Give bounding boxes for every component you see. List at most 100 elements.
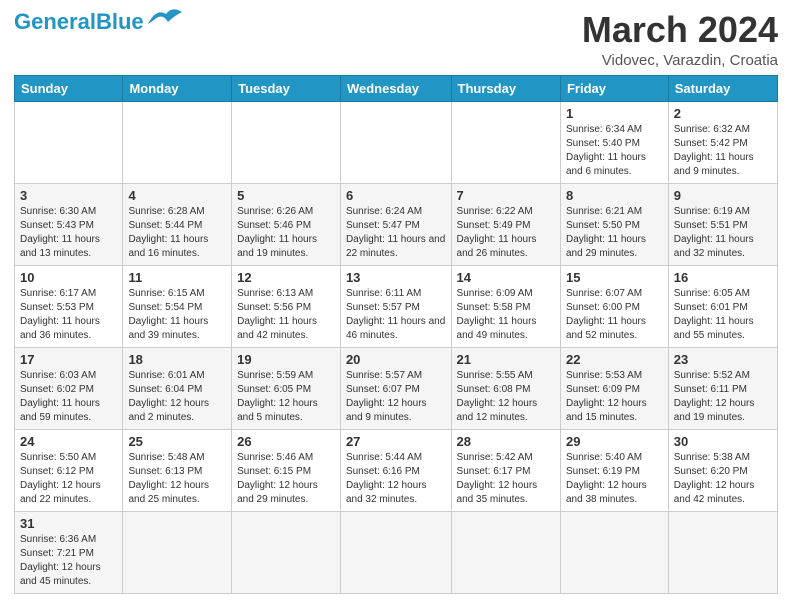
day-cell: 5Sunrise: 6:26 AM Sunset: 5:46 PM Daylig… [232,183,341,265]
day-cell: 10Sunrise: 6:17 AM Sunset: 5:53 PM Dayli… [15,265,123,347]
day-number: 12 [237,270,335,285]
day-number: 31 [20,516,117,531]
day-cell: 21 Sunrise: 5:55 AM Sunset: 6:08 PM Dayli… [451,347,560,429]
day-cell [451,511,560,593]
day-info: Sunrise: 5:57 AM Sunset: 6:07 PM Dayligh… [346,369,446,425]
day-cell: 17Sunrise: 6:03 AM Sunset: 6:02 PM Dayli… [15,347,123,429]
day-cell [560,511,668,593]
day-cell: 25 Sunrise: 5:48 AM Sunset: 6:13 PM Dayli… [123,429,232,511]
day-cell [15,101,123,183]
day-cell: 1 Sunrise: 6:34 AM Sunset: 5:40 PM Daylig… [560,101,668,183]
day-number: 22 [566,352,663,367]
week-row-1: 3Sunrise: 6:30 AM Sunset: 5:43 PM Daylig… [15,183,778,265]
day-info: Sunrise: 6:01 AM Sunset: 6:04 PM Dayligh… [128,369,226,425]
day-number: 16 [674,270,772,285]
logo-text: GeneralBlue [14,10,144,34]
title-block: March 2024 Vidovec, Varazdin, Croatia [582,10,778,69]
location: Vidovec, Varazdin, Croatia [582,52,778,69]
day-info: Sunrise: 5:59 AM Sunset: 6:05 PM Dayligh… [237,369,335,425]
day-cell: 29 Sunrise: 5:40 AM Sunset: 6:19 PM Dayli… [560,429,668,511]
day-info: Sunrise: 6:15 AM Sunset: 5:54 PM Dayligh… [128,287,226,343]
day-cell [232,511,341,593]
day-number: 27 [346,434,446,449]
day-info: Sunrise: 5:38 AM Sunset: 6:20 PM Dayligh… [674,451,772,507]
day-info: Sunrise: 6:07 AM Sunset: 6:00 PM Dayligh… [566,287,663,343]
day-number: 8 [566,188,663,203]
day-number: 5 [237,188,335,203]
logo-blue: Blue [96,9,144,34]
day-info: Sunrise: 6:05 AM Sunset: 6:01 PM Dayligh… [674,287,772,343]
day-cell: 22 Sunrise: 5:53 AM Sunset: 6:09 PM Dayli… [560,347,668,429]
day-cell [451,101,560,183]
day-number: 26 [237,434,335,449]
day-info: Sunrise: 5:40 AM Sunset: 6:19 PM Dayligh… [566,451,663,507]
day-cell [123,101,232,183]
week-row-2: 10Sunrise: 6:17 AM Sunset: 5:53 PM Dayli… [15,265,778,347]
day-info: Sunrise: 6:24 AM Sunset: 5:47 PM Dayligh… [346,205,446,261]
day-number: 7 [457,188,555,203]
day-cell: 28 Sunrise: 5:42 AM Sunset: 6:17 PM Dayli… [451,429,560,511]
day-cell: 19Sunrise: 5:59 AM Sunset: 6:05 PM Dayli… [232,347,341,429]
day-cell: 16 Sunrise: 6:05 AM Sunset: 6:01 PM Dayli… [668,265,777,347]
day-number: 4 [128,188,226,203]
day-info: Sunrise: 5:46 AM Sunset: 6:15 PM Dayligh… [237,451,335,507]
day-cell: 30 Sunrise: 5:38 AM Sunset: 6:20 PM Dayli… [668,429,777,511]
day-cell: 12Sunrise: 6:13 AM Sunset: 5:56 PM Dayli… [232,265,341,347]
col-header-thursday: Thursday [451,75,560,101]
day-number: 29 [566,434,663,449]
week-row-0: 1 Sunrise: 6:34 AM Sunset: 5:40 PM Daylig… [15,101,778,183]
calendar-header-row: SundayMondayTuesdayWednesdayThursdayFrid… [15,75,778,101]
day-number: 13 [346,270,446,285]
day-info: Sunrise: 6:22 AM Sunset: 5:49 PM Dayligh… [457,205,555,261]
day-info: Sunrise: 5:42 AM Sunset: 6:17 PM Dayligh… [457,451,555,507]
day-cell: 11Sunrise: 6:15 AM Sunset: 5:54 PM Dayli… [123,265,232,347]
page: GeneralBlue March 2024 Vidovec, Varazdin… [0,0,792,604]
day-info: Sunrise: 6:19 AM Sunset: 5:51 PM Dayligh… [674,205,772,261]
day-info: Sunrise: 6:36 AM Sunset: 7:21 PM Dayligh… [20,533,117,589]
day-cell: 6Sunrise: 6:24 AM Sunset: 5:47 PM Daylig… [340,183,451,265]
day-cell [123,511,232,593]
day-cell [668,511,777,593]
col-header-monday: Monday [123,75,232,101]
day-cell: 23 Sunrise: 5:52 AM Sunset: 6:11 PM Dayli… [668,347,777,429]
day-info: Sunrise: 5:44 AM Sunset: 6:16 PM Dayligh… [346,451,446,507]
day-number: 28 [457,434,555,449]
day-number: 15 [566,270,663,285]
day-info: Sunrise: 5:52 AM Sunset: 6:11 PM Dayligh… [674,369,772,425]
day-number: 18 [128,352,226,367]
day-cell: 8 Sunrise: 6:21 AM Sunset: 5:50 PM Daylig… [560,183,668,265]
day-number: 24 [20,434,117,449]
day-number: 2 [674,106,772,121]
day-info: Sunrise: 5:53 AM Sunset: 6:09 PM Dayligh… [566,369,663,425]
day-number: 20 [346,352,446,367]
day-number: 25 [128,434,226,449]
day-number: 23 [674,352,772,367]
day-cell: 4Sunrise: 6:28 AM Sunset: 5:44 PM Daylig… [123,183,232,265]
day-number: 30 [674,434,772,449]
day-info: Sunrise: 6:17 AM Sunset: 5:53 PM Dayligh… [20,287,117,343]
day-cell: 18 Sunrise: 6:01 AM Sunset: 6:04 PM Dayli… [123,347,232,429]
day-info: Sunrise: 5:48 AM Sunset: 6:13 PM Dayligh… [128,451,226,507]
day-cell: 24Sunrise: 5:50 AM Sunset: 6:12 PM Dayli… [15,429,123,511]
day-cell [340,101,451,183]
month-title: March 2024 [582,10,778,50]
day-info: Sunrise: 6:32 AM Sunset: 5:42 PM Dayligh… [674,123,772,179]
day-info: Sunrise: 6:03 AM Sunset: 6:02 PM Dayligh… [20,369,117,425]
day-info: Sunrise: 5:55 AM Sunset: 6:08 PM Dayligh… [457,369,555,425]
day-number: 21 [457,352,555,367]
day-cell: 15 Sunrise: 6:07 AM Sunset: 6:00 PM Dayli… [560,265,668,347]
week-row-5: 31 Sunrise: 6:36 AM Sunset: 7:21 PM Dayli… [15,511,778,593]
day-info: Sunrise: 6:34 AM Sunset: 5:40 PM Dayligh… [566,123,663,179]
day-cell: 20 Sunrise: 5:57 AM Sunset: 6:07 PM Dayli… [340,347,451,429]
day-info: Sunrise: 6:21 AM Sunset: 5:50 PM Dayligh… [566,205,663,261]
day-cell [232,101,341,183]
day-number: 1 [566,106,663,121]
logo-general: General [14,9,96,34]
day-cell [340,511,451,593]
day-cell: 26 Sunrise: 5:46 AM Sunset: 6:15 PM Dayli… [232,429,341,511]
col-header-wednesday: Wednesday [340,75,451,101]
day-number: 9 [674,188,772,203]
day-cell: 14Sunrise: 6:09 AM Sunset: 5:58 PM Dayli… [451,265,560,347]
calendar-table: SundayMondayTuesdayWednesdayThursdayFrid… [14,75,778,594]
logo-bird-icon [146,4,184,32]
